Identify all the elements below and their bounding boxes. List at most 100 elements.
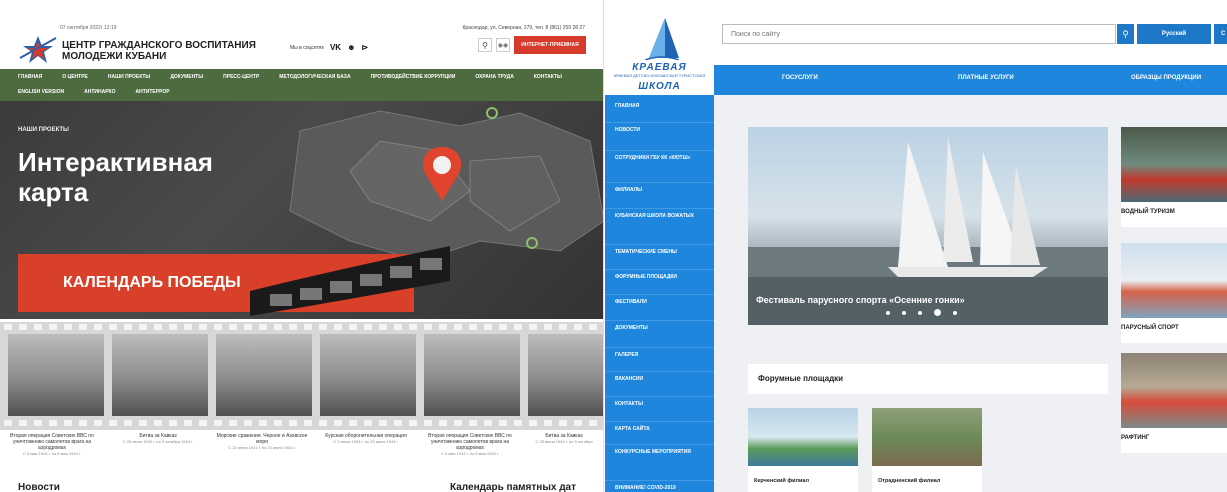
left-website-panel: 07 сентября 2022г 12:19 ЦЕНТР ГРАЖДАНСКО… [0,0,604,492]
photo-caption[interactable]: Морские сражения. Черное и Азовское моря… [212,433,312,451]
photo-5[interactable] [424,334,520,416]
nav-item-4[interactable]: ПРЕСС-ЦЕНТР [223,74,259,80]
slider-dot[interactable] [953,310,957,315]
top-nav-item-1[interactable]: ПЛАТНЫЕ УСЛУГИ [958,75,1014,81]
photo-4[interactable] [320,334,416,416]
school-logo[interactable]: КРАЕВАЯ КРАЕВАЯ ДЕТСКО-ЮНОШЕСКАЯ ТУРИСТС… [605,0,714,95]
nav-item-8[interactable]: КОНТАКТЫ [534,74,562,80]
rss-icon[interactable]: ⊳ [362,43,369,52]
nav-item-0[interactable]: ГЛАВНАЯ [18,74,42,80]
sidebar-item-7[interactable]: ФЕСТИВАЛИ [615,299,707,306]
address-phone: Краснодар, ул. Северная, 279, тел. 8 (86… [462,25,585,31]
photo-caption-title: Вторая операция Советских ВВС по уничтож… [10,433,94,451]
breadcrumb[interactable]: НАШИ ПРОЕКТЫ [18,127,69,133]
photo-2[interactable] [112,334,208,416]
activity-card[interactable]: ВОДНЫЙ ТУРИЗМ [1121,127,1227,227]
film-hole [394,324,402,330]
sidebar-item-0[interactable]: ГЛАВНАЯ [615,103,707,110]
memorable-dates-heading[interactable]: Календарь памятных дат [450,482,576,492]
nav-item-3[interactable]: ДОКУМЕНТЫ [170,74,203,80]
sidebar-item-6[interactable]: ФОРУМНЫЕ ПЛОЩАДКИ [615,274,707,281]
film-hole [139,420,147,426]
nav-item-10[interactable]: АНТИНАРКО [84,89,115,95]
photo-6[interactable] [528,334,603,416]
search-icon[interactable]: ⚲ [1117,24,1134,44]
org-title[interactable]: ЦЕНТР ГРАЖДАНСКОГО ВОСПИТАНИЯ МОЛОДЕЖИ К… [62,40,256,62]
sidebar-item-10[interactable]: ВАКАНСИИ [615,376,707,383]
vk-icon[interactable]: VK [330,43,341,52]
photo-caption[interactable]: Курская оборонительная операция С 5 июля … [316,433,416,445]
sidebar-divider [605,320,714,321]
nav-item-7[interactable]: ОХРАНА ТРУДА [475,74,514,80]
search-icon[interactable]: ⚲ [478,38,492,52]
language-button-2[interactable]: С [1214,24,1227,44]
sidebar-item-4[interactable]: КУБАНСКАЯ ШКОЛА ВОЖАТЫХ [615,213,707,220]
photo-1[interactable] [8,334,104,416]
top-nav-item-0[interactable]: ГОСУСЛУГИ [782,75,818,81]
hero-title-line1: Интерактивная [18,147,213,177]
photo-3[interactable] [216,334,312,416]
nav-item-11[interactable]: АНТИТЕРРОР [136,89,170,95]
main-nav: ГЛАВНАЯ О ЦЕНТРЕ НАШИ ПРОЕКТЫ ДОКУМЕНТЫ ПРЕС… [0,69,603,101]
sidebar-item-3[interactable]: ФИЛИАЛЫ [615,187,707,194]
search-input[interactable] [722,24,1116,44]
slider-dot[interactable] [902,310,906,315]
hero-title: Интерактивная карта [18,147,278,207]
film-hole [319,324,327,330]
sidebar-item-14[interactable]: ВНИМАНИЕ! COVID-2019 [615,485,707,492]
sidebar-item-1[interactable]: НОВОСТИ [615,127,707,134]
sidebar-item-5[interactable]: ТЕМАТИЧЕСКИЕ СМЕНЫ [615,249,707,256]
photo-caption[interactable]: Битва за Кавказ С 25 июля 1942 г. по 9 ок… [108,433,208,445]
top-bar: ⚲ Русский С [714,0,1227,65]
photo-caption[interactable]: Битва за Кавказ С 25 июля 1942 г. по 9 ок… [524,433,603,445]
film-hole [559,324,567,330]
branch-card-label: Отрадненский филиал [878,478,941,484]
film-hole [304,324,312,330]
sidebar-item-11[interactable]: КОНТАКТЫ [615,401,707,408]
activity-card[interactable]: ПАРУСНЫЙ СПОРТ [1121,243,1227,343]
right-website-panel: КРАЕВАЯ КРАЕВАЯ ДЕТСКО-ЮНОШЕСКАЯ ТУРИСТС… [605,0,1227,492]
language-button[interactable]: Русский [1137,24,1211,44]
activity-card[interactable]: РАФТИНГ [1121,353,1227,453]
film-hole [319,420,327,426]
slider-dot[interactable] [918,310,922,315]
activity-card-label: РАФТИНГ [1121,435,1150,441]
top-nav-item-2[interactable]: ОБРАЗЦЫ ПРОДУКЦИИ [1131,75,1201,81]
nav-item-5[interactable]: МЕТОДОЛОГИЧЕСКАЯ БАЗА [279,74,350,80]
sidebar-item-8[interactable]: ДОКУМЕНТЫ [615,325,707,332]
internet-reception-button[interactable]: ИНТЕРНЕТ-ПРИЕМНАЯ [514,36,586,54]
ok-icon[interactable]: ☻ [347,43,355,52]
photo-caption[interactable]: Вторая операция Советских ВВС по уничтож… [2,433,102,457]
branch-card-image [872,408,982,466]
social-links: Мы в соцсетях VK ☻ ⊳ [290,43,368,52]
film-hole [64,324,72,330]
photo-caption-date: С 6 мая 1943 г. по 8 мая 1943 г. [23,451,81,456]
hero-banner: НАШИ ПРОЕКТЫ Интерактивная карта КАЛЕНДА… [0,101,603,319]
sidebar-item-12[interactable]: КАРТА САЙТА [615,426,707,433]
nav-item-9[interactable]: ENGLISH VERSION [18,89,64,95]
sidebar-item-13[interactable]: КОНКУРСНЫЕ МЕРОПРИЯТИЯ [615,449,707,456]
branch-card[interactable]: Керченский филиал [748,408,858,492]
sidebar-item-2[interactable]: СОТРУДНИКИ ГБУ КК «КЮТШ» [615,155,707,162]
film-hole [499,420,507,426]
film-hole [4,324,12,330]
photo-caption-title: Вторая операция Советских ВВС по уничтож… [428,433,512,451]
branch-card[interactable]: Отрадненский филиал [872,408,982,492]
sidebar-item-9[interactable]: ГАЛЕРЕЯ [615,352,707,359]
news-heading[interactable]: Новости [18,482,60,492]
slider-dot[interactable] [934,309,941,316]
film-hole [499,324,507,330]
film-hole [589,420,597,426]
photo-caption[interactable]: Вторая операция Советских ВВС по уничтож… [420,433,520,457]
slider-dot[interactable] [886,310,890,315]
nav-item-1[interactable]: О ЦЕНТРЕ [62,74,88,80]
film-hole [124,324,132,330]
film-hole [574,324,582,330]
news-slider[interactable]: Фестиваль парусного спорта «Осенние гонк… [748,127,1108,325]
nav-item-2[interactable]: НАШИ ПРОЕКТЫ [108,74,150,80]
star-logo-icon[interactable] [18,34,58,66]
film-hole [334,420,342,426]
forum-heading[interactable]: Форумные площадки [748,364,1108,394]
accessibility-eye-icon[interactable]: ◉◉ [496,38,510,52]
nav-item-6[interactable]: ПРОТИВОДЕЙСТВИЕ КОРРУПЦИИ [371,74,456,80]
